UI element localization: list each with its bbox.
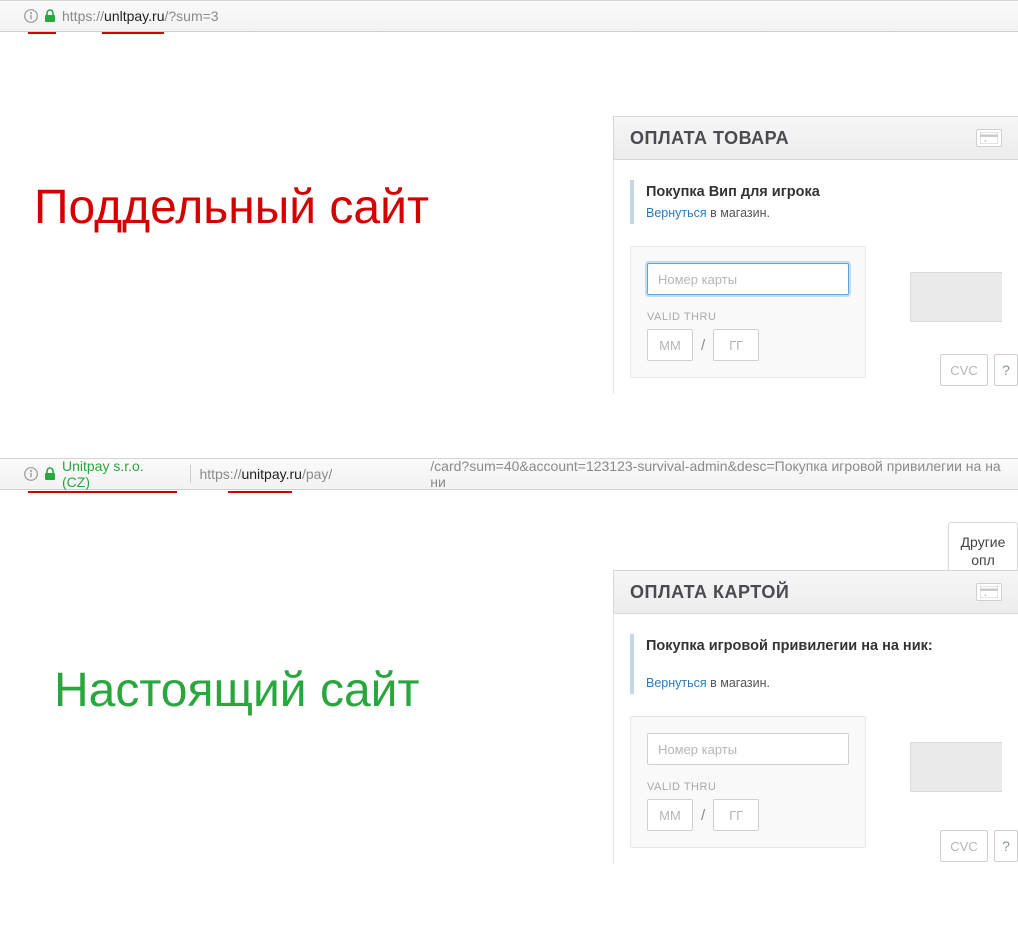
- cvc-help-button[interactable]: ?: [994, 830, 1018, 862]
- ev-cert-name: Unitpay s.r.o. (CZ): [62, 458, 172, 490]
- progress-strip: [910, 742, 1002, 792]
- pay-panel-title: ОПЛАТА ТОВАРА: [630, 128, 976, 149]
- expiry-slash: /: [701, 337, 705, 354]
- pay-panel-body: Покупка игровой привилегии на на ник: Ве…: [613, 614, 1018, 864]
- pay-panel-header: ОПЛАТА КАРТОЙ: [613, 570, 1018, 614]
- expiry-slash: /: [701, 807, 705, 824]
- popup-line1: Другие: [961, 534, 1006, 550]
- card-number-input[interactable]: [647, 733, 849, 765]
- underline-domain-fake: [102, 32, 164, 34]
- underline-domain-real: [228, 491, 292, 493]
- url-scheme: https://: [199, 466, 241, 482]
- return-row: Вернуться в магазин.: [646, 676, 1002, 690]
- cvc-wrap-real: ?: [940, 830, 1018, 862]
- cvc-input[interactable]: [940, 830, 988, 862]
- popup-line2: опл: [971, 552, 995, 568]
- expiry-row: /: [647, 799, 849, 831]
- underline-cert-real: [28, 491, 177, 493]
- pay-panel-real: ОПЛАТА КАРТОЙ Покупка игровой привилегии…: [613, 570, 1018, 864]
- cvc-input[interactable]: [940, 354, 988, 386]
- expiry-row: /: [647, 329, 849, 361]
- cvc-help-button[interactable]: ?: [994, 354, 1018, 386]
- info-icon: [24, 9, 38, 23]
- pay-panel-header: ОПЛАТА ТОВАРА: [613, 116, 1018, 160]
- lock-icon: [44, 467, 56, 481]
- purchase-desc-block: Покупка Вип для игрока Вернуться в магаз…: [630, 180, 1002, 224]
- return-link[interactable]: Вернуться: [646, 206, 707, 220]
- card-form: VALID THRU /: [630, 246, 866, 378]
- underline-icons-fake: [28, 32, 56, 34]
- valid-thru-label: VALID THRU: [647, 781, 849, 793]
- purchase-desc-block: Покупка игровой привилегии на на ник: Ве…: [630, 634, 1002, 694]
- url-scheme: https://: [62, 8, 104, 24]
- url-path-visible: /pay/: [302, 466, 332, 482]
- return-suffix: в магазин.: [707, 206, 770, 220]
- year-input[interactable]: [713, 329, 759, 361]
- progress-strip: [910, 272, 1002, 322]
- return-link[interactable]: Вернуться: [646, 676, 707, 690]
- info-icon: [24, 467, 38, 481]
- url-host: unltpay.ru: [104, 8, 164, 24]
- card-icon: [976, 583, 1002, 601]
- pay-panel-title: ОПЛАТА КАРТОЙ: [630, 582, 976, 603]
- url-query: /card?sum=40&account=123123-survival-adm…: [430, 458, 1004, 490]
- addressbar-fake: https://unltpay.ru/?sum=3: [0, 0, 1018, 32]
- return-suffix: в магазин.: [707, 676, 770, 690]
- purchase-desc: Покупка игровой привилегии на на ник:: [646, 638, 1002, 654]
- real-site-label: Настоящий сайт: [54, 665, 419, 718]
- card-form: VALID THRU /: [630, 716, 866, 848]
- lock-icon: [44, 9, 56, 23]
- month-input[interactable]: [647, 329, 693, 361]
- url-host: unitpay.ru: [241, 466, 301, 482]
- pay-panel-fake: ОПЛАТА ТОВАРА Покупка Вип для игрока Вер…: [613, 116, 1018, 394]
- card-number-input[interactable]: [647, 263, 849, 295]
- year-input[interactable]: [713, 799, 759, 831]
- card-icon: [976, 129, 1002, 147]
- url-path: /?sum=3: [164, 8, 218, 24]
- addressbar-real: Unitpay s.r.o. (CZ) https://unitpay.ru/p…: [0, 458, 1018, 490]
- cvc-wrap-fake: ?: [940, 354, 1018, 386]
- fake-site-label: Поддельный сайт: [34, 182, 429, 235]
- addressbar-separator: [190, 465, 191, 483]
- purchase-desc: Покупка Вип для игрока: [646, 184, 1002, 200]
- valid-thru-label: VALID THRU: [647, 311, 849, 323]
- return-row: Вернуться в магазин.: [646, 206, 1002, 220]
- month-input[interactable]: [647, 799, 693, 831]
